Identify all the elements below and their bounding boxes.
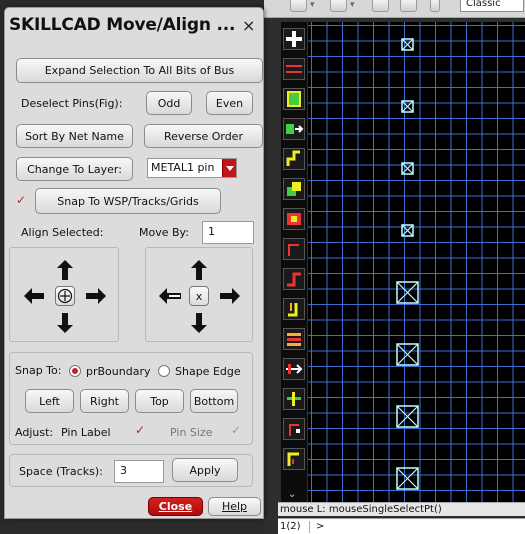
layout-canvas[interactable] [308, 22, 525, 502]
move-up-arrow-icon[interactable] [189, 258, 209, 282]
wire-icon[interactable] [283, 58, 305, 80]
pin-shape[interactable] [395, 466, 419, 490]
layer-select-value: METAL1 pin [151, 161, 215, 174]
mouse-status-bar: mouse L: mouseSingleSelectPt() [278, 502, 525, 516]
pin-shape[interactable] [395, 404, 419, 428]
stretch-icon[interactable] [283, 148, 305, 170]
palette-more-icon[interactable]: ⌄ [288, 489, 296, 500]
pin-shape[interactable] [395, 280, 419, 304]
rect-icon[interactable] [283, 88, 305, 110]
bottom-button[interactable]: Bottom [190, 389, 238, 413]
crosshair-circle-icon[interactable] [55, 286, 75, 306]
move-icon[interactable] [283, 118, 305, 140]
toolbar-button-1[interactable] [290, 0, 307, 12]
snap-to-label: Snap To: [15, 364, 62, 377]
even-button[interactable]: Even [206, 91, 253, 115]
label-icon[interactable] [283, 448, 305, 470]
align-down-arrow-icon[interactable] [55, 311, 75, 335]
pin-shape[interactable] [400, 99, 414, 113]
path-step-icon[interactable] [283, 268, 305, 290]
layout-editor-window: ▾ ▾ Classic ⌄ mouse L: mouseSingleSelect… [264, 0, 525, 534]
chevron-down-icon[interactable] [222, 159, 236, 177]
help-button[interactable]: Help [208, 497, 261, 516]
reverse-order-button[interactable]: Reverse Order [144, 124, 263, 148]
command-line[interactable]: 1(2) > [278, 518, 525, 534]
shape-edge-label[interactable]: Shape Edge [175, 365, 241, 378]
change-layer-button[interactable]: Change To Layer: [16, 157, 133, 181]
dialog-title: SKILLCAD Move/Align ... [9, 15, 236, 35]
close-icon[interactable]: × [242, 16, 255, 35]
toolbar-dropdown-icon[interactable]: ▾ [310, 0, 315, 10]
right-button[interactable]: Right [80, 389, 129, 413]
close-button[interactable]: Close [148, 497, 203, 516]
move-right-arrow-icon[interactable] [218, 286, 242, 306]
top-button[interactable]: Top [135, 389, 184, 413]
sort-by-net-button[interactable]: Sort By Net Name [16, 124, 133, 148]
layer-palette: ⌄ [281, 22, 307, 502]
path-corner-icon[interactable] [283, 238, 305, 260]
copy-icon[interactable] [283, 178, 305, 200]
shift-icon[interactable] [283, 358, 305, 380]
toolbar-button-4[interactable] [400, 0, 417, 12]
workspace-combo[interactable]: Classic [460, 0, 524, 12]
move-left-arrow-icon[interactable] [157, 286, 183, 306]
space-tracks-input[interactable]: 3 [114, 460, 164, 483]
pin-size-checkbox: ✓ [231, 423, 242, 437]
move-center-button[interactable]: x [189, 286, 209, 306]
odd-button[interactable]: Odd [146, 91, 192, 115]
move-by-input[interactable]: 1 [202, 221, 254, 244]
layer-select[interactable]: METAL1 pin [147, 158, 237, 178]
cmd-prompt: > [316, 521, 325, 532]
pin-label-option-label: Pin Label [61, 426, 111, 439]
align-selected-label: Align Selected: [21, 226, 104, 239]
cmd-page-indicator: 1(2) [280, 521, 301, 532]
left-button[interactable]: Left [25, 389, 74, 413]
move-arrow-pad: x [145, 247, 253, 342]
pin-shape[interactable] [400, 37, 414, 51]
move-align-dialog: SKILLCAD Move/Align ... × Expand Selecti… [4, 7, 264, 519]
move-down-arrow-icon[interactable] [189, 311, 209, 335]
toolbar-button-2[interactable] [330, 0, 347, 12]
pin-icon[interactable] [283, 418, 305, 440]
align-left-arrow-icon[interactable] [22, 286, 46, 306]
pin-shape[interactable] [395, 342, 419, 366]
adjust-label: Adjust: [15, 426, 54, 439]
apply-button[interactable]: Apply [172, 458, 238, 482]
align-up-arrow-icon[interactable] [55, 258, 75, 282]
prboundary-radio[interactable] [69, 365, 81, 377]
pin-shape[interactable] [400, 161, 414, 175]
align-icon[interactable] [283, 388, 305, 410]
align-arrow-pad [9, 247, 119, 342]
via-icon[interactable] [283, 208, 305, 230]
snap-checkbox[interactable]: ✓ [16, 194, 28, 207]
pin-shape[interactable] [400, 223, 414, 237]
layout-toolbar: ▾ ▾ Classic [264, 0, 525, 18]
deselect-pins-label: Deselect Pins(Fig): [21, 97, 123, 110]
cmd-divider [309, 521, 310, 533]
space-tracks-label: Space (Tracks): [19, 465, 103, 478]
prboundary-label[interactable]: prBoundary [86, 365, 150, 378]
path-bend-icon[interactable] [283, 298, 305, 320]
snap-to-grid-button[interactable]: Snap To WSP/Tracks/Grids [35, 188, 221, 214]
move-by-label: Move By: [139, 226, 189, 239]
expand-selection-button[interactable]: Expand Selection To All Bits of Bus [16, 58, 263, 83]
toolbar-button-3[interactable] [372, 0, 389, 12]
add-icon[interactable] [283, 28, 305, 50]
toolbar-button-5[interactable] [430, 0, 440, 12]
pin-label-checkbox[interactable]: ✓ [135, 424, 147, 437]
bus-icon[interactable] [283, 328, 305, 350]
shape-edge-radio[interactable] [158, 365, 170, 377]
align-right-arrow-icon[interactable] [84, 286, 108, 306]
toolbar-dropdown-icon[interactable]: ▾ [350, 0, 355, 10]
pin-size-option-label: Pin Size [170, 426, 213, 439]
